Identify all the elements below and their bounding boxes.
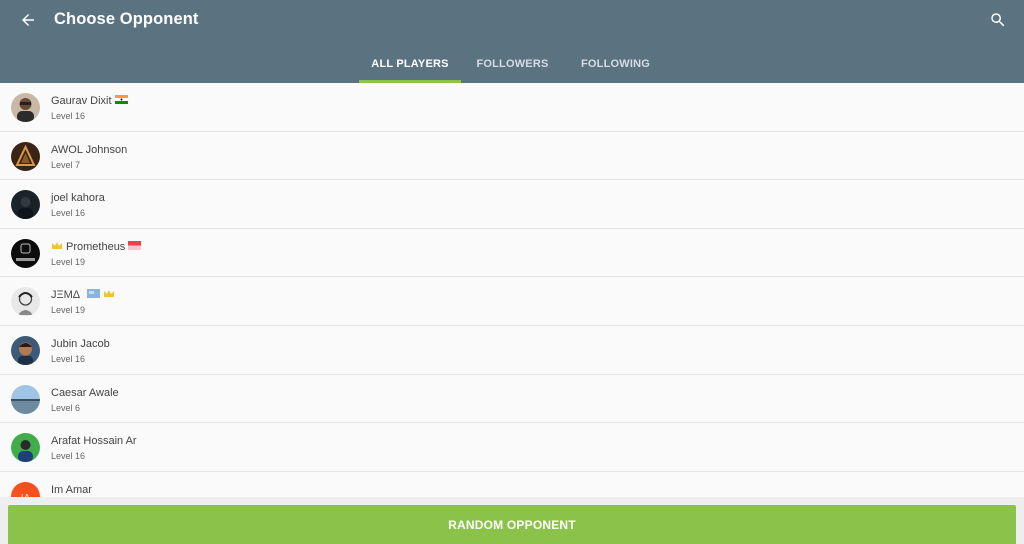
player-level: Level 19 bbox=[51, 305, 86, 316]
flag-icon bbox=[128, 240, 142, 253]
player-row[interactable]: Arafat Hossain Ar Level 16 bbox=[0, 423, 1024, 472]
player-row[interactable]: Gaurav Dixit Level 16 bbox=[0, 83, 1024, 132]
player-name-text: AWOL Johnson bbox=[51, 143, 128, 156]
player-level: Level 7 bbox=[51, 159, 81, 170]
crown-icon bbox=[51, 241, 63, 253]
crown-icon bbox=[103, 289, 115, 301]
avatar bbox=[11, 287, 40, 317]
india-flag-icon bbox=[114, 95, 128, 107]
player-name-text: Jubin Jacob bbox=[51, 338, 110, 350]
player-row[interactable]: AWOL Johnson Level 7 bbox=[0, 131, 1024, 181]
player-name-text: Gaurav Dixit bbox=[51, 95, 112, 107]
player-name: AWOL Johnson bbox=[51, 144, 127, 156]
avatar bbox=[11, 433, 40, 463]
player-row[interactable]: IA Im Amar bbox=[0, 471, 1024, 497]
avatar bbox=[11, 384, 40, 414]
player-row[interactable]: JΞMΔ Level 19 bbox=[0, 277, 1024, 326]
avatar bbox=[11, 93, 40, 122]
avatar bbox=[11, 190, 40, 220]
player-level: Level 6 bbox=[51, 402, 81, 413]
avatar: IA bbox=[11, 481, 40, 497]
player-level: Level 16 bbox=[51, 208, 86, 219]
player-level: Level 16 bbox=[51, 354, 86, 364]
player-name-text: Caesar Awale bbox=[51, 386, 119, 399]
player-name: Arafat Hossain Ar bbox=[51, 435, 137, 447]
flag-icon bbox=[87, 289, 101, 301]
player-row[interactable]: joel kahora Level 16 bbox=[0, 180, 1024, 229]
tab-followers[interactable]: FOLLOWERS bbox=[466, 48, 559, 83]
player-name: Prometheus bbox=[51, 240, 142, 253]
tab-label: FOLLOWING bbox=[580, 58, 650, 70]
player-level: Level 16 bbox=[51, 451, 86, 462]
avatar bbox=[11, 141, 40, 171]
tab-label: ALL PLAYERS bbox=[371, 58, 449, 70]
player-name-text: joel kahora bbox=[51, 192, 105, 205]
player-level: Level 16 bbox=[51, 111, 86, 121]
random-opponent-label: RANDOM OPPONENT bbox=[448, 517, 576, 532]
player-name-text: JΞMΔ bbox=[51, 289, 81, 302]
player-row[interactable]: Prometheus Level 19 bbox=[0, 228, 1024, 278]
app-bar: Choose Opponent ALL PLAYERS FOLLOWERS FO… bbox=[0, 0, 1024, 83]
choose-opponent-screen: Choose Opponent ALL PLAYERS FOLLOWERS FO… bbox=[0, 0, 1024, 544]
player-name-text: Arafat Hossain Ar bbox=[51, 435, 137, 448]
player-name-text: Prometheus bbox=[66, 240, 126, 253]
player-name-text: Im Amar bbox=[51, 483, 92, 496]
player-level: Level 19 bbox=[51, 256, 86, 267]
player-name: joel kahora bbox=[51, 192, 105, 204]
player-row[interactable]: Jubin Jacob Level 16 bbox=[0, 326, 1024, 375]
player-name: JΞMΔ bbox=[51, 289, 115, 301]
search-button[interactable] bbox=[986, 8, 1010, 32]
player-row[interactable]: Caesar Awale Level 6 bbox=[0, 374, 1024, 424]
back-button[interactable] bbox=[16, 8, 40, 32]
player-name: Im Amar bbox=[51, 484, 92, 496]
tab-following[interactable]: FOLLOWING bbox=[568, 48, 663, 83]
player-list[interactable]: Gaurav Dixit Level 16 AWOL Johnson Level… bbox=[0, 83, 1024, 497]
avatar bbox=[11, 238, 40, 268]
arrow-left-icon bbox=[22, 14, 34, 26]
tab-bar: ALL PLAYERS FOLLOWERS FOLLOWING bbox=[0, 48, 1024, 83]
page-title: Choose Opponent bbox=[54, 10, 199, 28]
tab-all-players[interactable]: ALL PLAYERS bbox=[359, 48, 461, 83]
avatar bbox=[11, 336, 40, 365]
search-icon bbox=[991, 13, 1005, 27]
random-opponent-button[interactable]: RANDOM OPPONENT bbox=[8, 505, 1016, 544]
tab-label: FOLLOWERS bbox=[476, 58, 549, 70]
player-name: Jubin Jacob bbox=[51, 338, 110, 350]
player-name: Gaurav Dixit bbox=[51, 95, 128, 107]
player-name: Caesar Awale bbox=[51, 387, 119, 399]
